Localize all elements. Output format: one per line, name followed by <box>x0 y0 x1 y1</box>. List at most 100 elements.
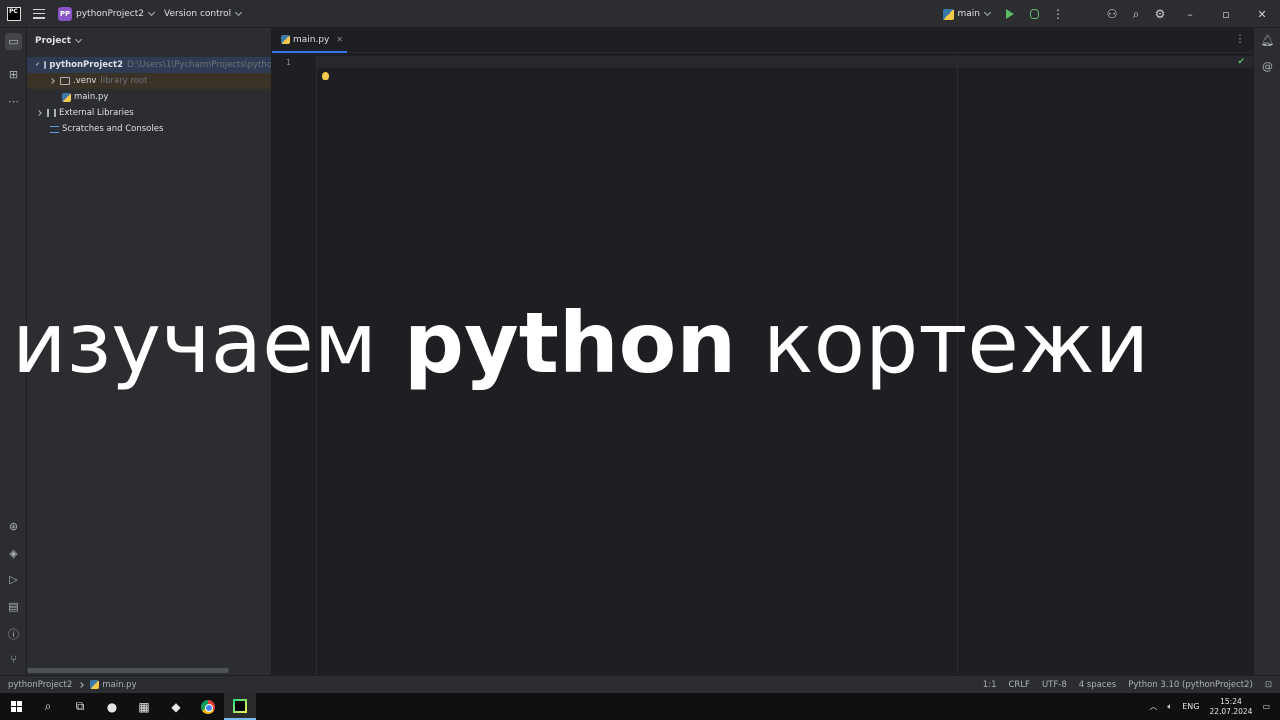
chevron-down-icon <box>147 8 156 16</box>
structure-icon: ⊞ <box>8 68 19 81</box>
python-file-icon <box>281 35 290 44</box>
language-indicator[interactable]: ENG <box>1182 702 1199 711</box>
run-configuration-selector[interactable]: main <box>942 8 992 20</box>
current-line-highlight[interactable] <box>317 56 1253 68</box>
terminal-icon: ▤ <box>8 600 19 613</box>
version-control-label: Version control <box>164 8 232 19</box>
lock-icon[interactable]: ⊡ <box>1265 680 1272 690</box>
chrome-icon <box>201 699 215 714</box>
minimize-window-button[interactable]: – <box>1172 0 1208 28</box>
calculator-icon: ▦ <box>138 699 150 714</box>
chevron-right-icon <box>36 110 42 116</box>
caret-position[interactable]: 1:1 <box>983 680 997 690</box>
breadcrumb-file[interactable]: main.py <box>102 680 136 690</box>
search-everywhere-button[interactable]: ⌕ <box>1124 2 1148 26</box>
spiral-icon: @ <box>1262 60 1273 73</box>
project-panel-header[interactable]: Project <box>27 28 271 53</box>
horizontal-scrollbar[interactable] <box>27 668 229 673</box>
status-bar: pythonProject2 main.py 1:1 CRLF UTF-8 4 … <box>0 675 1280 693</box>
video-caption-overlay: изучаем python кортежи <box>12 288 1262 398</box>
terminal-button[interactable]: ▤ <box>5 598 22 615</box>
more-actions-button[interactable]: ⋮ <box>1046 2 1070 26</box>
tree-item-label: .venv <box>73 76 97 86</box>
no-problems-check-icon[interactable]: ✔ <box>1237 57 1245 67</box>
python-interpreter[interactable]: Python 3.10 (pythonProject2) <box>1128 680 1253 690</box>
python-packages-button[interactable]: ⊛ <box>5 518 22 535</box>
clock-date: 22.07.2024 <box>1209 706 1253 716</box>
python-packages-icon: ⊛ <box>8 520 19 533</box>
clock-time: 15:24 <box>1220 696 1242 706</box>
version-control-button[interactable]: ⑂ <box>5 651 22 668</box>
taskbar-chrome[interactable] <box>192 693 224 720</box>
settings-button[interactable]: ⚙ <box>1148 2 1172 26</box>
folder-icon <box>60 77 70 85</box>
bell-icon: 🔔︎ <box>1260 34 1275 47</box>
notification-center-icon[interactable]: ▭ <box>1262 702 1270 711</box>
tab-label: main.py <box>293 34 330 45</box>
version-control-menu[interactable]: Version control <box>164 8 243 19</box>
structure-tool-window-button[interactable]: ⊞ <box>5 66 22 83</box>
caption-word-3: кортежи <box>762 294 1150 392</box>
tree-item-hint: library root <box>100 76 148 86</box>
python-icon <box>942 8 954 20</box>
tree-item-venv[interactable]: .venv library root <box>27 73 271 89</box>
indent-setting[interactable]: 4 spaces <box>1079 680 1116 690</box>
tree-item-label: External Libraries <box>59 108 134 118</box>
taskbar-calculator[interactable]: ▦ <box>128 693 160 720</box>
project-panel-title: Project <box>35 35 72 46</box>
more-tool-windows-button[interactable]: ⋯ <box>5 93 22 110</box>
play-icon <box>1006 9 1014 19</box>
python-file-icon <box>62 92 71 102</box>
taskbar-app-1[interactable]: ● <box>96 693 128 720</box>
chevron-up-icon[interactable]: ︿ <box>1149 701 1157 712</box>
start-button[interactable] <box>0 693 32 720</box>
line-separator[interactable]: CRLF <box>1008 680 1029 690</box>
tree-item-label: main.py <box>74 92 109 102</box>
chevron-down-icon <box>983 8 992 17</box>
search-icon: ⌕ <box>1132 6 1140 21</box>
project-tool-window-button[interactable]: ▭ <box>5 33 22 50</box>
run-button[interactable] <box>998 2 1022 26</box>
chevron-right-icon <box>49 78 55 84</box>
tree-item-project-root[interactable]: pythonProject2 D:\Users\1\PycharmProject… <box>27 57 271 73</box>
app-icon: ◆ <box>171 699 181 714</box>
tree-item-label: Scratches and Consoles <box>62 124 164 134</box>
problems-button[interactable]: ⓘ <box>5 625 22 642</box>
task-view-button[interactable]: ⧉ <box>64 693 96 720</box>
main-menu-button[interactable] <box>33 8 45 19</box>
code-with-me-button[interactable]: ⚇ <box>1100 2 1124 26</box>
tab-main-py[interactable]: main.py ✕ <box>272 28 347 53</box>
speaker-icon[interactable]: 🔈︎ <box>1167 702 1172 712</box>
windows-taskbar: ⌕ ⧉ ● ▦ ◆ ︿ 🔈︎ ENG 15:24 22.07.2024 ▭ <box>0 693 1280 720</box>
tab-options-button[interactable]: ⋮ <box>1235 34 1245 45</box>
title-bar: PC PP pythonProject2 Version control mai… <box>0 0 1280 28</box>
chevron-right-icon <box>78 681 85 688</box>
taskbar-pycharm[interactable] <box>224 693 256 720</box>
file-encoding[interactable]: UTF-8 <box>1042 680 1067 690</box>
layers-button[interactable]: ◈ <box>5 545 22 562</box>
lightbulb-icon[interactable] <box>322 72 329 80</box>
maximize-window-button[interactable]: ▫ <box>1208 0 1244 28</box>
notifications-button[interactable]: 🔔︎ <box>1260 33 1275 48</box>
gear-icon: ⚙ <box>1154 7 1166 21</box>
search-icon: ⌕ <box>44 699 52 713</box>
breadcrumb-project[interactable]: pythonProject2 <box>8 680 72 690</box>
bug-icon <box>1029 9 1039 19</box>
project-switcher[interactable]: pythonProject2 <box>76 9 144 19</box>
services-icon: ▷ <box>9 573 18 586</box>
layers-icon: ◈ <box>9 547 18 560</box>
project-badge-icon: PP <box>58 6 72 21</box>
pycharm-logo-icon[interactable]: PC <box>7 6 21 21</box>
close-window-button[interactable]: ✕ <box>1244 0 1280 28</box>
taskbar-search-button[interactable]: ⌕ <box>32 693 64 720</box>
ai-assistant-button[interactable]: @ <box>1260 59 1275 74</box>
taskbar-app-2[interactable]: ◆ <box>160 693 192 720</box>
debug-button[interactable] <box>1022 2 1046 26</box>
tree-item-scratches[interactable]: Scratches and Consoles <box>27 121 271 137</box>
close-icon[interactable]: ✕ <box>336 35 343 44</box>
more-icon: ⋯ <box>8 95 19 108</box>
tree-item-main-py[interactable]: main.py <box>27 89 271 105</box>
clock[interactable]: 15:24 22.07.2024 <box>1209 697 1252 717</box>
tree-item-external-libraries[interactable]: External Libraries <box>27 105 271 121</box>
services-button[interactable]: ▷ <box>5 571 22 588</box>
